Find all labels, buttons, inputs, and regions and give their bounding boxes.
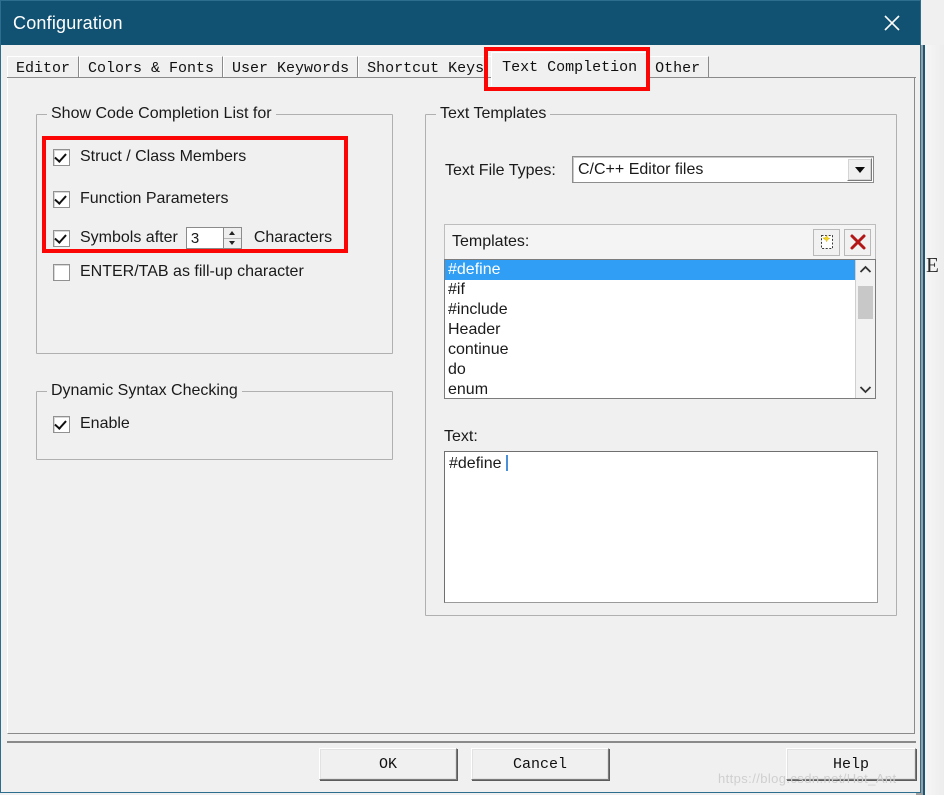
checkbox-row-struct-class-members[interactable]: Struct / Class Members [53, 148, 246, 166]
templates-items: #define #if #include Header continue do … [445, 260, 855, 398]
button-label: OK [378, 755, 397, 773]
template-text-editor[interactable]: #define [444, 451, 878, 603]
checkbox-label: Struct / Class Members [80, 148, 247, 165]
checkbox-row-enter-tab-fillup[interactable]: ENTER/TAB as fill-up character [53, 263, 304, 281]
text-file-types-value: C/C++ Editor files [578, 160, 704, 178]
title-bar: Configuration [1, 1, 920, 45]
characters-label: Characters [253, 229, 333, 246]
ok-button[interactable]: OK [319, 748, 457, 780]
tab-text-completion[interactable]: Text Completion [491, 52, 649, 86]
scroll-up-icon[interactable] [856, 260, 875, 278]
close-button[interactable] [864, 1, 920, 45]
watermark: https://blog.csdn.net/Hot_Ant [718, 771, 897, 786]
spinner-up-icon[interactable] [223, 228, 241, 239]
background-edge-text: E E [926, 253, 944, 277]
new-template-icon [820, 234, 833, 249]
templates-listbox[interactable]: #define #if #include Header continue do … [444, 259, 876, 399]
checkbox-enter-tab-fillup[interactable] [53, 263, 70, 281]
group-title: Text Templates [436, 105, 551, 123]
button-label: Help [832, 755, 869, 773]
checkbox-label: Symbols after [80, 229, 178, 246]
checkbox-symbols-after[interactable] [53, 229, 70, 247]
templates-label: Templates: [452, 233, 530, 250]
list-item[interactable]: #include [445, 300, 855, 320]
checkbox-struct-class-members[interactable] [53, 148, 70, 166]
button-label: Cancel [512, 755, 567, 773]
group-title: Show Code Completion List for [47, 105, 276, 123]
delete-x-icon [850, 234, 865, 250]
configuration-dialog: Configuration Editor Colors & Fonts User… [0, 0, 921, 793]
list-item[interactable]: #if [445, 280, 855, 300]
delete-template-button[interactable] [844, 228, 871, 256]
list-item[interactable]: do [445, 360, 855, 380]
list-item[interactable]: Header [445, 320, 855, 340]
list-item[interactable]: continue [445, 340, 855, 360]
checkbox-function-parameters[interactable] [53, 190, 70, 208]
checkbox-enable-syntax-checking[interactable] [53, 415, 70, 433]
chevron-down-icon[interactable] [847, 158, 872, 181]
checkbox-label: Enable [80, 415, 130, 432]
text-caret [505, 455, 508, 471]
scrollbar-thumb[interactable] [858, 286, 873, 319]
group-title: Dynamic Syntax Checking [47, 382, 242, 400]
text-file-types-label: Text File Types: [445, 162, 556, 179]
chevron-down-glyph [859, 385, 872, 393]
symbols-after-value[interactable]: 3 [186, 228, 223, 248]
text-file-types-combobox[interactable]: C/C++ Editor files [572, 156, 874, 183]
list-item[interactable]: #define [445, 260, 855, 280]
chevron-up-glyph [859, 265, 872, 273]
button-bar-separator [7, 741, 916, 743]
window-title: Configuration [13, 12, 123, 33]
checkbox-row-enable-syntax-checking[interactable]: Enable [53, 415, 130, 433]
background-right-pane [923, 45, 944, 795]
stepper-buttons [222, 228, 241, 248]
tab-label: User Keywords [232, 60, 350, 77]
tab-label: Editor [16, 60, 71, 77]
spinner-down-icon[interactable] [223, 238, 241, 248]
tab-label: Text Completion [502, 59, 638, 76]
checkbox-row-symbols-after[interactable]: Symbols after 3 Characters [53, 227, 332, 249]
text-label: Text: [444, 428, 478, 445]
close-icon [884, 15, 900, 31]
tab-label: Shortcut Keys [367, 60, 485, 77]
templates-scrollbar[interactable] [855, 260, 875, 398]
new-template-button[interactable] [813, 228, 840, 256]
cancel-button[interactable]: Cancel [471, 748, 609, 780]
tab-label: Other [655, 60, 701, 77]
list-item[interactable]: enum [445, 380, 855, 398]
tab-label: Colors & Fonts [88, 60, 215, 77]
templates-toolbar: Templates: [444, 224, 876, 259]
symbols-after-stepper[interactable]: 3 [185, 227, 242, 249]
checkbox-label: ENTER/TAB as fill-up character [80, 263, 304, 280]
checkbox-row-function-parameters[interactable]: Function Parameters [53, 190, 229, 208]
template-text-value: #define [449, 455, 506, 472]
checkbox-label: Function Parameters [80, 190, 229, 207]
scroll-down-icon[interactable] [856, 380, 875, 398]
